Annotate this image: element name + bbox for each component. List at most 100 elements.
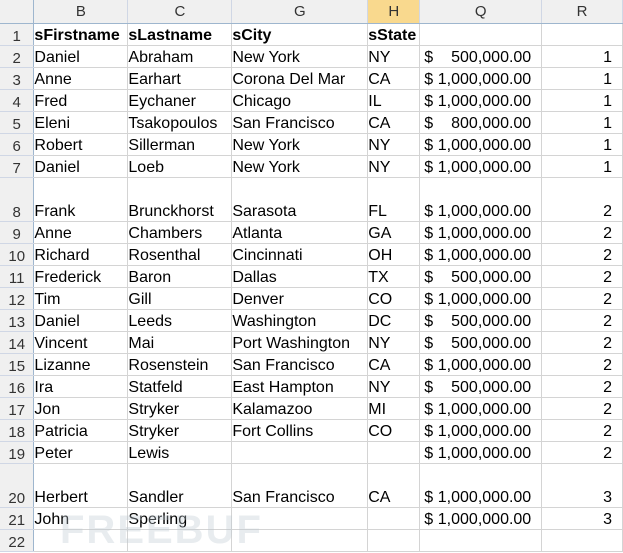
column-header-R[interactable]: R — [541, 0, 623, 24]
select-all-corner[interactable] — [0, 0, 35, 24]
cell-city[interactable]: New York — [231, 45, 369, 68]
cell-first-name[interactable]: Daniel — [33, 309, 129, 332]
cell-city[interactable]: San Francisco — [231, 353, 369, 376]
row-header[interactable]: 8 — [0, 177, 35, 222]
cell-group[interactable]: 1 — [541, 45, 623, 68]
cell-state[interactable]: sState — [367, 23, 421, 46]
cell-last-name[interactable]: Tsakopoulos — [127, 111, 233, 134]
cell-state[interactable]: CA — [367, 353, 421, 376]
cell-last-name[interactable]: sLastname — [127, 23, 233, 46]
cell-group[interactable]: 2 — [541, 375, 623, 398]
cell-amount[interactable]: $1,000,000.00 — [419, 507, 543, 530]
cell-city[interactable]: San Francisco — [231, 111, 369, 134]
cell-last-name[interactable]: Eychaner — [127, 89, 233, 112]
row-header[interactable]: 15 — [0, 353, 35, 376]
cell-last-name[interactable]: Sillerman — [127, 133, 233, 156]
row-header[interactable]: 10 — [0, 243, 35, 266]
cell-city[interactable]: Fort Collins — [231, 419, 369, 442]
cell-group[interactable]: 2 — [541, 177, 623, 222]
cell-amount[interactable]: $500,000.00 — [419, 375, 543, 398]
cell-city[interactable]: Port Washington — [231, 331, 369, 354]
cell-state[interactable]: MI — [367, 397, 421, 420]
cell-state[interactable]: OH — [367, 243, 421, 266]
cell-amount[interactable]: $1,000,000.00 — [419, 133, 543, 156]
cell-amount[interactable]: $1,000,000.00 — [419, 177, 543, 222]
row-header[interactable]: 1 — [0, 23, 35, 46]
cell-last-name[interactable]: Leeds — [127, 309, 233, 332]
cell-first-name[interactable]: Frank — [33, 177, 129, 222]
cell-state[interactable]: CA — [367, 67, 421, 90]
cell-first-name[interactable]: Daniel — [33, 45, 129, 68]
cell-city[interactable] — [231, 441, 369, 464]
cell-city[interactable]: New York — [231, 155, 369, 178]
cell-first-name[interactable]: sFirstname — [33, 23, 129, 46]
cell-first-name[interactable]: Eleni — [33, 111, 129, 134]
cell-group[interactable]: 2 — [541, 397, 623, 420]
row-header[interactable]: 16 — [0, 375, 35, 398]
cell-last-name[interactable]: Earhart — [127, 67, 233, 90]
cell-group[interactable]: 2 — [541, 221, 623, 244]
cell-first-name[interactable]: Ira — [33, 375, 129, 398]
row-header[interactable]: 21 — [0, 507, 35, 530]
cell-city[interactable]: Washington — [231, 309, 369, 332]
cell-city[interactable]: Dallas — [231, 265, 369, 288]
column-header-Q[interactable]: Q — [419, 0, 543, 24]
cell-last-name[interactable]: Brunckhorst — [127, 177, 233, 222]
cell-first-name[interactable]: Fred — [33, 89, 129, 112]
cell-amount[interactable]: $1,000,000.00 — [419, 221, 543, 244]
cell-last-name[interactable]: Statfeld — [127, 375, 233, 398]
cell-first-name[interactable]: Daniel — [33, 155, 129, 178]
cell-group[interactable]: 1 — [541, 133, 623, 156]
cell-last-name[interactable]: Loeb — [127, 155, 233, 178]
cell-amount[interactable]: $1,000,000.00 — [419, 397, 543, 420]
cell-last-name[interactable]: Rosenthal — [127, 243, 233, 266]
cell-city[interactable] — [231, 507, 369, 530]
cell-state[interactable]: CO — [367, 419, 421, 442]
row-header[interactable]: 6 — [0, 133, 35, 156]
row-header[interactable]: 22 — [0, 529, 35, 552]
cell-group[interactable]: 2 — [541, 309, 623, 332]
cell-first-name[interactable]: Lizanne — [33, 353, 129, 376]
cell-amount[interactable]: $800,000.00 — [419, 111, 543, 134]
cell-group[interactable] — [541, 23, 623, 46]
cell-last-name[interactable]: Gill — [127, 287, 233, 310]
cell-first-name[interactable]: Robert — [33, 133, 129, 156]
cell-first-name[interactable]: Anne — [33, 67, 129, 90]
cell-city[interactable]: Kalamazoo — [231, 397, 369, 420]
cell-state[interactable] — [367, 529, 421, 552]
cell-first-name[interactable]: Patricia — [33, 419, 129, 442]
cell-first-name[interactable]: Jon — [33, 397, 129, 420]
cell-last-name[interactable]: Stryker — [127, 397, 233, 420]
column-header-C[interactable]: C — [127, 0, 233, 24]
cell-amount[interactable]: $1,000,000.00 — [419, 353, 543, 376]
cell-group[interactable]: 2 — [541, 419, 623, 442]
cell-amount[interactable]: $500,000.00 — [419, 331, 543, 354]
cell-city[interactable]: San Francisco — [231, 463, 369, 508]
cell-amount[interactable]: $1,000,000.00 — [419, 243, 543, 266]
cell-amount[interactable]: $500,000.00 — [419, 45, 543, 68]
column-header-H[interactable]: H — [367, 0, 421, 24]
cell-last-name[interactable]: Abraham — [127, 45, 233, 68]
cell-city[interactable]: Denver — [231, 287, 369, 310]
row-header[interactable]: 5 — [0, 111, 35, 134]
cell-city[interactable] — [231, 529, 369, 552]
cell-last-name[interactable] — [127, 529, 233, 552]
cell-state[interactable]: NY — [367, 133, 421, 156]
cell-first-name[interactable]: Anne — [33, 221, 129, 244]
row-header[interactable]: 3 — [0, 67, 35, 90]
row-header[interactable]: 17 — [0, 397, 35, 420]
cell-group[interactable]: 1 — [541, 89, 623, 112]
cell-first-name[interactable] — [33, 529, 129, 552]
cell-group[interactable]: 2 — [541, 331, 623, 354]
cell-last-name[interactable]: Lewis — [127, 441, 233, 464]
cell-amount[interactable]: $1,000,000.00 — [419, 441, 543, 464]
cell-state[interactable]: TX — [367, 265, 421, 288]
row-header[interactable]: 20 — [0, 463, 35, 508]
cell-city[interactable]: sCity — [231, 23, 369, 46]
cell-state[interactable]: IL — [367, 89, 421, 112]
cell-state[interactable]: NY — [367, 45, 421, 68]
cell-first-name[interactable]: Richard — [33, 243, 129, 266]
cell-group[interactable]: 2 — [541, 287, 623, 310]
cell-city[interactable]: East Hampton — [231, 375, 369, 398]
column-header-B[interactable]: B — [33, 0, 129, 24]
